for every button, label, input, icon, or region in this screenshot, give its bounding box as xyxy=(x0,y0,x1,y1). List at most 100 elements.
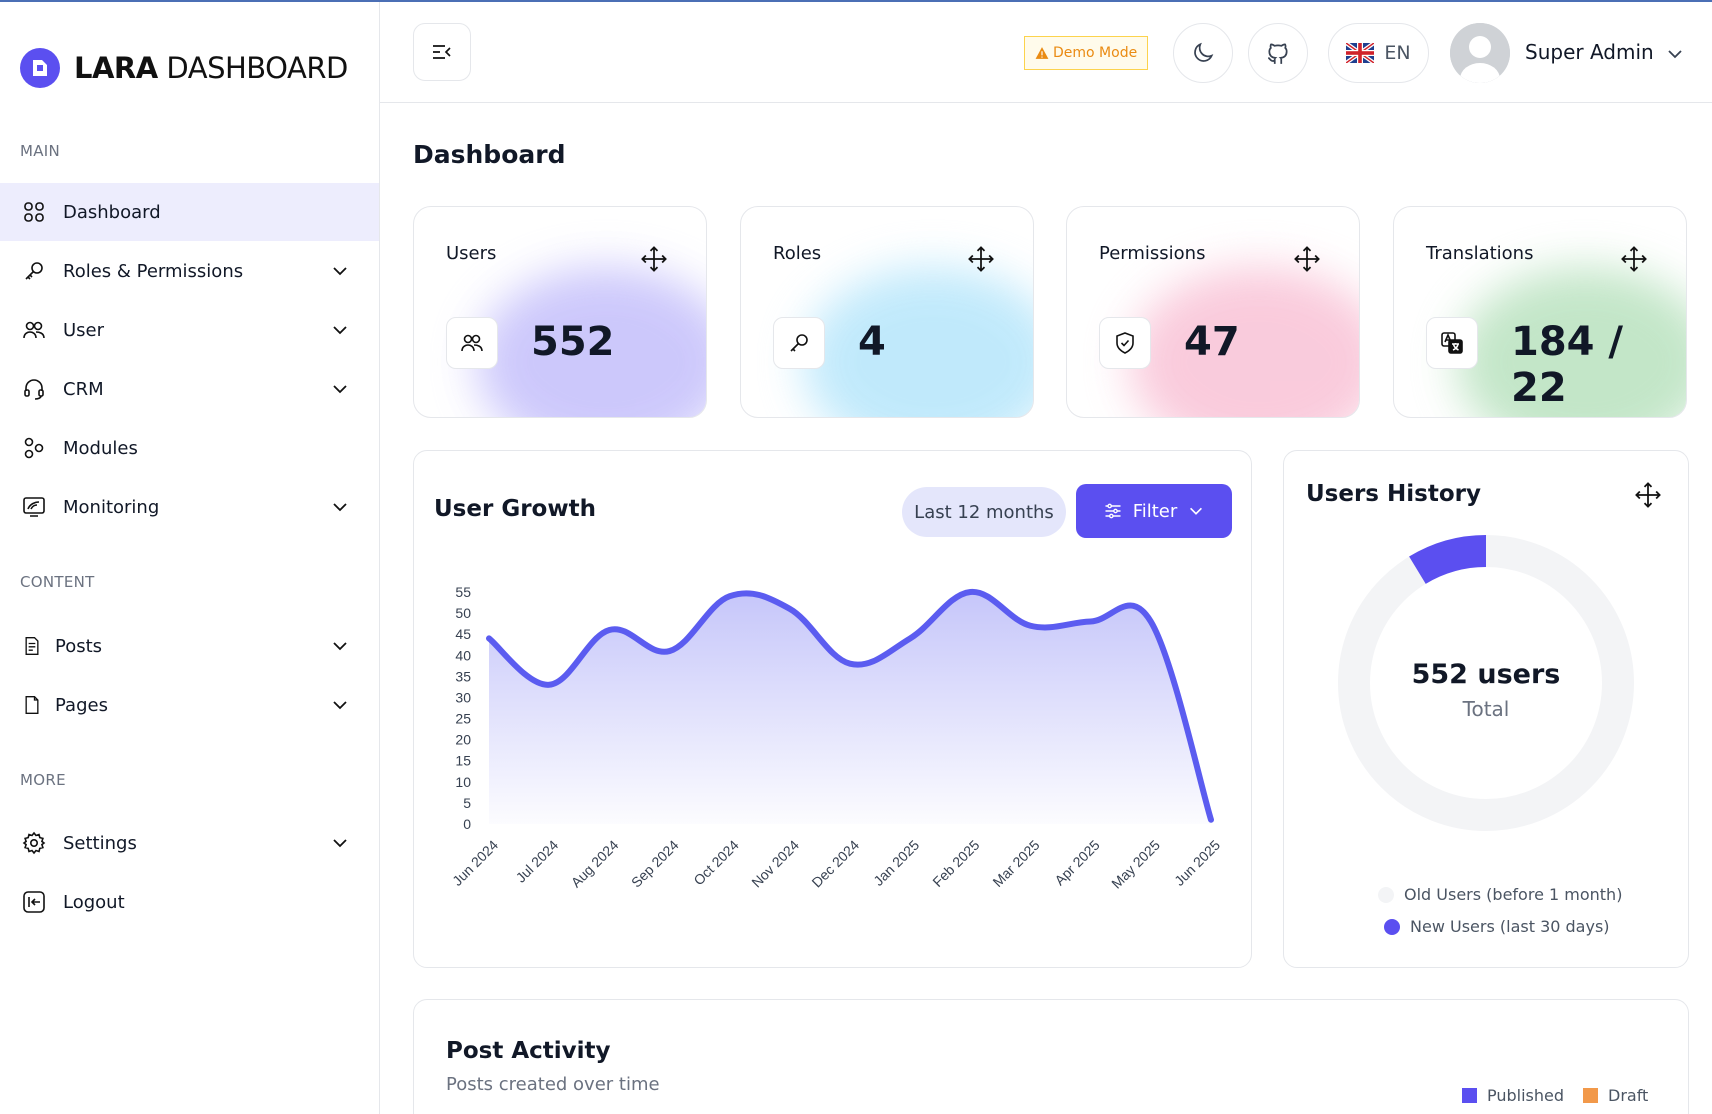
sidebar-item-crm[interactable]: CRM xyxy=(0,360,379,418)
stat-value: 184 / 22 xyxy=(1511,319,1624,411)
chevron-down-icon[interactable] xyxy=(1665,44,1685,64)
move-icon[interactable] xyxy=(1634,481,1662,509)
stat-icon-box xyxy=(773,317,825,369)
sidebar-item-pages[interactable]: Pages xyxy=(0,676,379,734)
stat-value: 4 xyxy=(858,319,886,365)
move-icon[interactable] xyxy=(1620,245,1648,273)
translate-icon xyxy=(1441,332,1463,354)
legend-dot xyxy=(1378,886,1394,903)
x-tick-label: Jan 2025 xyxy=(870,837,922,889)
legend-dot xyxy=(1384,918,1400,935)
chevron-down-icon xyxy=(333,839,347,848)
filter-label: Filter xyxy=(1132,500,1178,522)
x-tick-label: Dec 2024 xyxy=(808,837,862,891)
stat-value: 47 xyxy=(1184,319,1240,365)
stat-title: Users xyxy=(446,243,497,264)
sidebar-item-label: Logout xyxy=(63,891,125,913)
x-tick-label: Nov 2024 xyxy=(748,837,802,891)
move-icon[interactable] xyxy=(640,245,668,273)
sidebar-item-user[interactable]: User xyxy=(0,301,379,359)
theme-toggle-button[interactable] xyxy=(1173,23,1233,83)
y-tick-label: 35 xyxy=(455,668,471,684)
avatar[interactable] xyxy=(1450,23,1510,83)
x-tick-label: May 2025 xyxy=(1108,837,1163,892)
x-tick-label: Mar 2025 xyxy=(989,837,1042,890)
x-tick-label: Jul 2024 xyxy=(513,837,562,886)
x-tick-label: Oct 2024 xyxy=(690,837,742,889)
y-tick-label: 25 xyxy=(455,711,471,727)
legend-new-users[interactable]: New Users (last 30 days) xyxy=(1384,917,1610,936)
chevron-down-icon xyxy=(333,701,347,710)
legend-label: Published xyxy=(1487,1086,1565,1105)
section-content: CONTENT xyxy=(20,573,95,591)
brand[interactable]: LARA DASHBOARD xyxy=(20,48,348,88)
donut-total-value: 552 users xyxy=(1411,659,1561,690)
stat-icon-box xyxy=(1099,317,1151,369)
sidebar-toggle-button[interactable] xyxy=(413,23,471,81)
stat-icon-box xyxy=(446,317,498,369)
move-icon[interactable] xyxy=(1293,245,1321,273)
growth-area-fill xyxy=(489,591,1211,824)
panel-title: Post Activity xyxy=(446,1038,611,1064)
sidebar-item-logout[interactable]: Logout xyxy=(0,873,379,931)
sidebar-item-label: Monitoring xyxy=(63,496,160,518)
language-selector[interactable]: EN xyxy=(1328,23,1429,83)
chevron-down-icon xyxy=(333,326,347,335)
demo-mode-badge: Demo Mode xyxy=(1024,36,1149,70)
sidebar-item-posts[interactable]: Posts xyxy=(0,617,379,675)
legend-label: Draft xyxy=(1608,1086,1649,1105)
legend-old-users[interactable]: Old Users (before 1 month) xyxy=(1378,885,1622,904)
moon-icon xyxy=(1194,42,1214,62)
sidebar-item-modules[interactable]: Modules xyxy=(0,419,379,477)
legend-draft[interactable]: Draft xyxy=(1583,1086,1648,1105)
github-icon xyxy=(1267,43,1288,64)
donut-total-label: Total xyxy=(1462,697,1510,721)
y-tick-label: 0 xyxy=(463,816,471,832)
x-tick-label: Aug 2024 xyxy=(568,837,622,891)
stat-card-roles[interactable]: Roles 4 xyxy=(740,206,1034,418)
x-tick-label: Sep 2024 xyxy=(628,837,682,891)
shield-icon xyxy=(1116,332,1134,354)
y-tick-label: 45 xyxy=(455,626,471,642)
gear-icon xyxy=(22,831,46,855)
chevron-down-icon xyxy=(333,642,347,651)
section-more: MORE xyxy=(20,771,66,789)
sidebar-item-label: Dashboard xyxy=(63,201,161,223)
panel-title: Users History xyxy=(1306,481,1481,507)
legend-published[interactable]: Published xyxy=(1462,1086,1564,1105)
github-button[interactable] xyxy=(1248,23,1308,83)
user-name[interactable]: Super Admin xyxy=(1525,40,1654,64)
sidebar-item-settings[interactable]: Settings xyxy=(0,814,379,872)
user-growth-panel: User Growth Last 12 months Filter 0 5 10 15… xyxy=(413,450,1252,968)
move-icon[interactable] xyxy=(967,245,995,273)
legend-swatch xyxy=(1462,1088,1477,1103)
sidebar-item-label: Pages xyxy=(55,694,108,716)
y-tick-label: 50 xyxy=(455,605,471,621)
post-icon xyxy=(25,637,39,655)
sidebar-item-label: Roles & Permissions xyxy=(63,260,244,282)
panel-subtitle: Posts created over time xyxy=(446,1074,660,1095)
users-icon xyxy=(23,321,45,339)
sidebar-item-roles-permissions[interactable]: Roles & Permissions xyxy=(0,242,379,300)
key-icon xyxy=(790,334,808,352)
period-selector[interactable]: Last 12 months xyxy=(902,487,1066,537)
language-code: EN xyxy=(1384,42,1411,64)
y-tick-label: 15 xyxy=(455,753,471,769)
chevron-down-icon xyxy=(333,385,347,394)
stat-value: 552 xyxy=(531,319,615,365)
stat-card-users[interactable]: Users 552 xyxy=(413,206,707,418)
warning-icon xyxy=(1035,47,1049,59)
stat-card-permissions[interactable]: Permissions 47 xyxy=(1066,206,1360,418)
sidebar-item-monitoring[interactable]: Monitoring xyxy=(0,478,379,536)
section-main: MAIN xyxy=(20,142,61,160)
sidebar-item-dashboard[interactable]: Dashboard xyxy=(0,183,379,241)
sidebar-item-label: User xyxy=(63,319,105,341)
stat-card-translations[interactable]: Translations 184 / 22 xyxy=(1393,206,1687,418)
filter-button[interactable]: Filter xyxy=(1076,484,1232,538)
user-avatar-icon xyxy=(1450,23,1510,83)
stat-glow xyxy=(803,267,1033,417)
modules-icon xyxy=(24,437,44,459)
sidebar: LARA DASHBOARD MAIN Dashboard Roles & Pe… xyxy=(0,2,380,1114)
page-icon xyxy=(25,696,39,714)
post-activity-panel: Post Activity Posts created over time Pu… xyxy=(413,999,1689,1114)
